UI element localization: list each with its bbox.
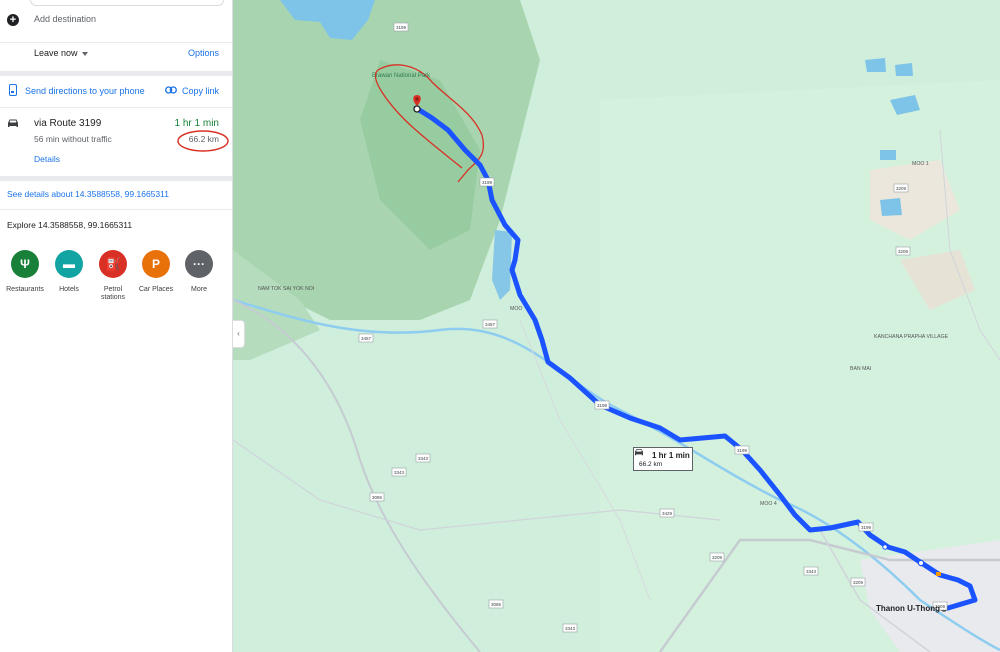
route-subtitle: 56 min without traffic xyxy=(34,134,112,144)
route-waypoint xyxy=(917,559,925,567)
phone-icon xyxy=(9,84,17,96)
road-shield-number: 3343 xyxy=(394,470,405,475)
car-icon xyxy=(635,449,643,456)
leave-now-label: Leave now xyxy=(34,48,78,58)
place-label-moo1: MOO 1 xyxy=(912,161,929,167)
see-details-link[interactable]: See details about 14.3588558, 99.1665311 xyxy=(7,189,169,199)
fork-knife-icon: Ψ xyxy=(11,250,39,278)
route-name: via Route 3199 xyxy=(34,118,102,129)
send-directions-button[interactable]: Send directions to your phone xyxy=(25,86,145,96)
divider xyxy=(0,42,232,43)
park-label: Erawan National Park xyxy=(372,73,431,79)
place-label-moo4: MOO 4 xyxy=(760,501,777,507)
more-icon: ··· xyxy=(185,250,213,278)
nearby-categories: Ψ Restaurants ▬ Hotels ⛽ Petrol stations… xyxy=(0,250,232,310)
details-button[interactable]: Details xyxy=(34,154,60,164)
road-shield-number: 3199 xyxy=(482,180,493,185)
road-shield-number: 3086 xyxy=(372,495,383,500)
link-icon xyxy=(165,86,177,94)
road xyxy=(233,299,481,652)
route-waypoint xyxy=(882,544,888,550)
pond xyxy=(895,63,913,76)
copy-link-button[interactable]: Copy link xyxy=(182,86,219,96)
petrol-stations-button[interactable]: ⛽ Petrol stations xyxy=(91,250,135,302)
road-shield-number: 3199 xyxy=(861,525,872,530)
road-shield-number: 3343 xyxy=(565,626,576,631)
fuel-icon: ⛽ xyxy=(99,250,127,278)
leave-now-dropdown[interactable]: Leave now xyxy=(34,48,88,58)
destination-marker xyxy=(413,105,421,113)
map-graphics: 3199 3199 3457 3199 3199 3343 3343 3086 3209 3429… xyxy=(233,0,1000,652)
route-option[interactable]: via Route 3199 1 hr 1 min 56 min without… xyxy=(0,110,232,170)
directions-panel: + Add destination Leave now Options Send… xyxy=(0,0,233,652)
explore-row: Explore 14.3588558, 99.1665311 xyxy=(0,218,232,234)
place-label: More xyxy=(191,286,207,293)
traffic-segment xyxy=(936,572,941,576)
distance-circle-annotation xyxy=(177,130,229,152)
info-distance: 66.2 km xyxy=(639,461,663,468)
divider xyxy=(0,209,232,210)
divider xyxy=(0,107,232,108)
place-label-namtok: NAM TOK SAI YOK NOI xyxy=(258,286,314,292)
pin-dot xyxy=(415,97,419,101)
add-destination-row[interactable]: + Add destination xyxy=(0,10,232,32)
place-label-moo: MOO xyxy=(510,306,522,312)
parking-icon: P xyxy=(142,250,170,278)
collapse-panel-button[interactable]: ‹ xyxy=(233,320,245,348)
road-shield-number: 3209 xyxy=(853,580,864,585)
place-label: Petrol stations xyxy=(100,286,126,301)
road-shield-number: 3199 xyxy=(396,25,407,30)
route-info-box[interactable]: 1 hr 1 min 66.2 km xyxy=(633,447,693,471)
options-button[interactable]: Options xyxy=(188,48,219,58)
pond xyxy=(880,198,902,216)
road-shield-number: 3209 xyxy=(712,555,723,560)
destination-input[interactable] xyxy=(30,0,224,6)
car-icon xyxy=(8,119,18,127)
place-label: Car Places xyxy=(138,286,174,293)
place-label-banmai: BAN MAI xyxy=(850,366,871,372)
car-places-button[interactable]: P Car Places xyxy=(134,250,178,294)
place-label: Restaurants xyxy=(6,286,44,293)
road-shield-number: 3343 xyxy=(806,569,817,574)
road-shield-number: 3457 xyxy=(361,336,372,341)
explore-heading: Explore 14.3588558, 99.1665311 xyxy=(7,220,133,230)
road-shield-number: 3457 xyxy=(485,322,496,327)
place-label-thanon: Thanon U-Thong xyxy=(876,604,940,613)
send-row: Send directions to your phone Copy link xyxy=(0,82,232,100)
see-details-row: See details about 14.3588558, 99.1665311 xyxy=(0,186,232,202)
road-shield-number: 3209 xyxy=(898,249,909,254)
road-shield-number: 3086 xyxy=(491,602,502,607)
map-canvas[interactable]: 3199 3199 3457 3199 3199 3343 3343 3086 3209 3429… xyxy=(233,0,1000,652)
section-divider xyxy=(0,176,232,181)
road-shield-number: 3209 xyxy=(896,186,907,191)
add-destination-label: Add destination xyxy=(34,14,97,24)
caret-down-icon xyxy=(81,51,88,56)
road-shield-number: 3199 xyxy=(737,448,748,453)
pond xyxy=(880,150,896,160)
road-shield-number: 3343 xyxy=(418,456,429,461)
route-duration: 1 hr 1 min xyxy=(174,118,219,129)
lake xyxy=(492,230,512,300)
bed-icon: ▬ xyxy=(55,250,83,278)
road-shield-number: 3199 xyxy=(597,403,608,408)
road-shield-number: 3429 xyxy=(662,511,673,516)
place-label-kanchana: KANCHANA PRAPHA VILLAGE xyxy=(874,334,949,340)
restaurants-button[interactable]: Ψ Restaurants xyxy=(3,250,47,294)
pond xyxy=(865,58,886,72)
section-divider xyxy=(0,71,232,76)
place-label: Hotels xyxy=(59,286,79,293)
leave-now-row: Leave now Options xyxy=(0,44,232,64)
app: + Add destination Leave now Options Send… xyxy=(0,0,1000,652)
info-duration: 1 hr 1 min xyxy=(652,451,690,460)
add-icon: + xyxy=(7,14,19,26)
hotels-button[interactable]: ▬ Hotels xyxy=(47,250,91,294)
more-button[interactable]: ··· More xyxy=(177,250,221,294)
